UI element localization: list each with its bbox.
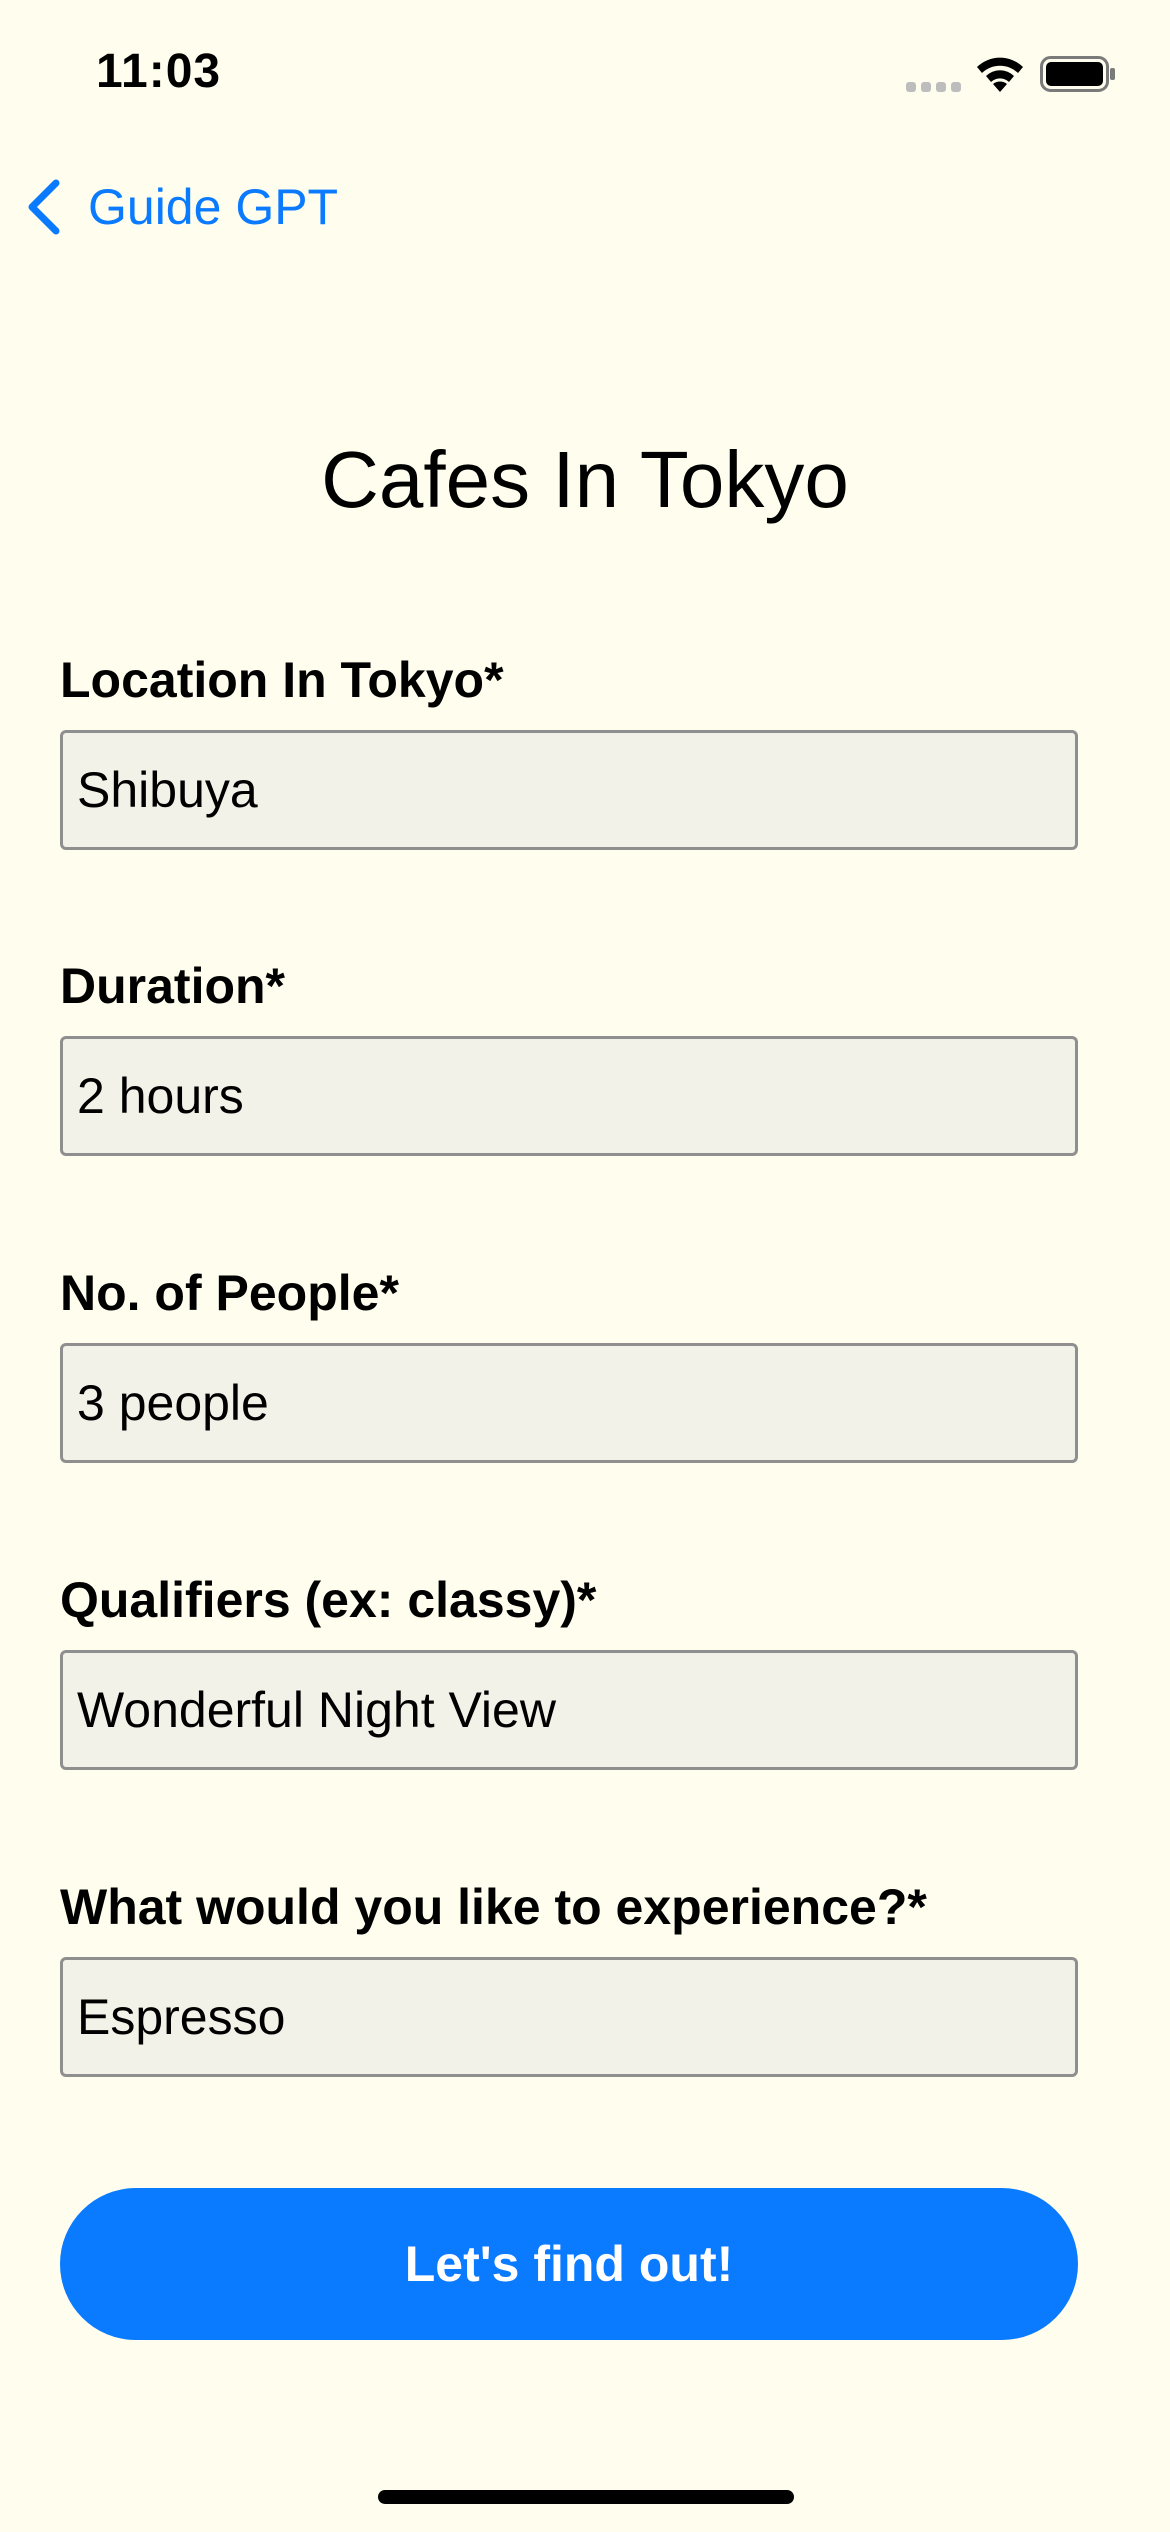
location-field: Location In Tokyo* [60,650,1080,850]
battery-icon [1040,56,1115,92]
people-label: No. of People* [60,1265,399,1321]
cellular-signal-icon [906,82,961,92]
page-title: Cafes In Tokyo [321,435,849,524]
people-input[interactable] [60,1343,1078,1463]
location-input[interactable] [60,730,1078,850]
submit-button[interactable]: Let's find out! [60,2188,1078,2340]
experience-label: What would you like to experience?* [60,1879,927,1935]
qualifiers-field: Qualifiers (ex: classy)* [60,1570,1080,1770]
duration-input[interactable] [60,1036,1078,1156]
qualifiers-label: Qualifiers (ex: classy)* [60,1572,597,1628]
location-label: Location In Tokyo* [60,652,504,708]
back-button[interactable]: Guide GPT [24,172,338,242]
duration-label: Duration* [60,958,285,1014]
duration-field: Duration* [60,956,1080,1156]
people-field: No. of People* [60,1263,1080,1463]
status-bar: 11:03 [0,0,1170,150]
experience-field: What would you like to experience?* [60,1877,1080,2077]
home-indicator[interactable] [378,2490,794,2504]
experience-input[interactable] [60,1957,1078,2077]
chevron-left-icon [28,179,60,235]
back-button-label: Guide GPT [88,179,339,235]
wifi-icon [977,57,1023,92]
qualifiers-input[interactable] [60,1650,1078,1770]
status-time: 11:03 [96,45,222,98]
